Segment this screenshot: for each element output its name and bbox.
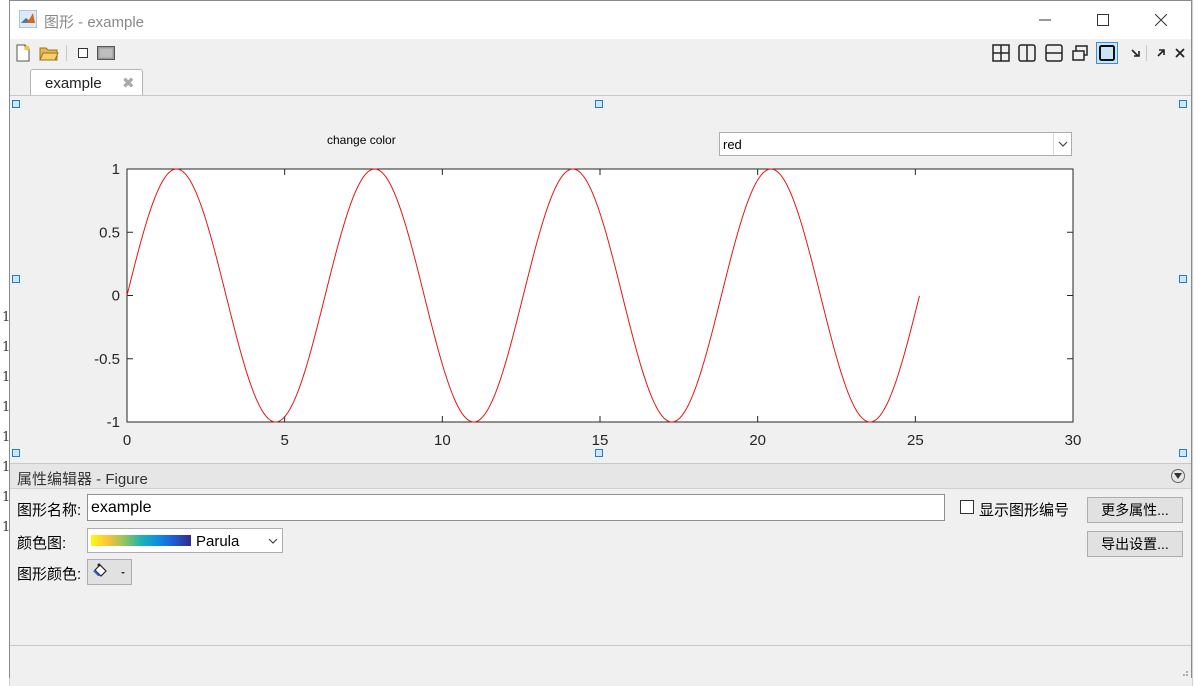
y-tick-label: -1 xyxy=(107,414,120,431)
x-tick-label: 25 xyxy=(907,432,924,449)
figure-toolbar xyxy=(10,39,1191,68)
figure-window: 图形 - example example ✖ change color red … xyxy=(9,0,1192,680)
figure-color-button[interactable] xyxy=(87,559,132,585)
y-tick-label: 0 xyxy=(112,288,120,305)
close-panel-button[interactable] xyxy=(1169,42,1191,64)
property-editor: 属性编辑器 - Figure 图形名称: example 显示图形编号 更多属性… xyxy=(10,463,1191,680)
tab-label: example xyxy=(45,75,102,92)
figure-name-label: 图形名称: xyxy=(17,502,82,519)
property-editor-header: 属性编辑器 - Figure xyxy=(10,463,1191,489)
y-tick-label: 1 xyxy=(112,161,120,178)
axes-box xyxy=(126,168,1074,423)
colormap-value: Parula xyxy=(196,533,240,550)
dock-icon xyxy=(78,48,88,58)
tile-columns-icon xyxy=(1018,44,1036,62)
title-bar[interactable]: 图形 - example xyxy=(10,1,1191,39)
x-tick-labels: 0 5 10 15 20 25 30 xyxy=(123,432,1082,449)
property-editor-title: 属性编辑器 - Figure xyxy=(17,471,148,488)
x-tick-label: 0 xyxy=(123,432,131,449)
tab-example[interactable]: example ✖ xyxy=(30,69,143,95)
new-figure-icon xyxy=(16,44,30,62)
maximize-layout-button[interactable] xyxy=(1096,42,1118,64)
close-button[interactable] xyxy=(1132,1,1190,39)
colormap-swatch xyxy=(91,535,191,546)
toolbar-separator xyxy=(1146,45,1147,61)
tile-grid-icon xyxy=(992,44,1010,62)
undock-icon xyxy=(97,46,115,60)
matlab-icon xyxy=(19,10,37,28)
tab-close-icon[interactable]: ✖ xyxy=(122,74,135,92)
y-tick-label: 0.5 xyxy=(99,224,120,241)
figure-name-value: example xyxy=(91,499,152,516)
tile-rows-button[interactable] xyxy=(1043,42,1065,64)
collapse-icon[interactable] xyxy=(1171,469,1185,483)
figure-canvas[interactable]: change color red 0 5 10 15 20 25 30 1 0.5 0 -0.5-… xyxy=(10,95,1191,464)
export-settings-button[interactable]: 导出设置... xyxy=(1087,531,1183,557)
resize-grip-icon[interactable] xyxy=(1179,667,1189,677)
tile-columns-button[interactable] xyxy=(1016,42,1038,64)
undock-button[interactable] xyxy=(95,42,117,64)
paint-bucket-icon xyxy=(93,563,125,577)
y-tick-label: -0.5 xyxy=(94,351,120,368)
background-window-strip-right xyxy=(1192,0,1200,686)
x-tick-label: 15 xyxy=(592,432,609,449)
minimize-icon xyxy=(1039,19,1051,21)
chevron-down-icon[interactable] xyxy=(264,529,282,552)
y-tick-labels: 1 0.5 0 -0.5 -1 xyxy=(94,161,120,431)
sine-plot[interactable]: 0 5 10 15 20 25 30 1 0.5 0 -0.5 -1 xyxy=(10,96,1190,464)
more-properties-button[interactable]: 更多属性... xyxy=(1087,497,1183,523)
float-button[interactable] xyxy=(1069,42,1091,64)
maximize-layout-icon xyxy=(1099,45,1115,61)
open-button[interactable] xyxy=(38,42,60,64)
tile-rows-icon xyxy=(1045,44,1063,62)
maximize-button[interactable] xyxy=(1074,1,1132,39)
toolbar-separator xyxy=(66,45,67,61)
x-tick-label: 10 xyxy=(434,432,451,449)
close-panel-icon xyxy=(1175,48,1185,58)
new-figure-button[interactable] xyxy=(12,42,34,64)
status-bar xyxy=(10,645,1191,680)
minimize-button[interactable] xyxy=(1016,1,1074,39)
maximize-icon xyxy=(1097,14,1109,26)
window-title: 图形 - example xyxy=(44,14,145,31)
figure-tab-bar: example ✖ xyxy=(10,67,1191,95)
float-icon xyxy=(1072,45,1088,61)
dock-button[interactable] xyxy=(72,42,94,64)
x-tick-label: 30 xyxy=(1065,432,1082,449)
x-tick-label: 5 xyxy=(280,432,288,449)
colormap-label: 颜色图: xyxy=(17,535,67,552)
close-icon xyxy=(1155,14,1167,26)
tile-grid-button[interactable] xyxy=(990,42,1012,64)
minimize-panel-button[interactable] xyxy=(1125,42,1147,64)
undock-panel-icon xyxy=(1157,49,1165,57)
colormap-dropdown[interactable]: Parula xyxy=(87,528,283,553)
show-number-label: 显示图形编号 xyxy=(979,502,1070,519)
minimize-panel-icon xyxy=(1131,49,1140,57)
open-icon xyxy=(39,47,59,61)
x-tick-label: 20 xyxy=(749,432,766,449)
figure-color-label: 图形颜色: xyxy=(17,566,82,583)
figure-name-field[interactable]: example xyxy=(87,494,945,521)
show-number-checkbox[interactable] xyxy=(960,500,974,514)
